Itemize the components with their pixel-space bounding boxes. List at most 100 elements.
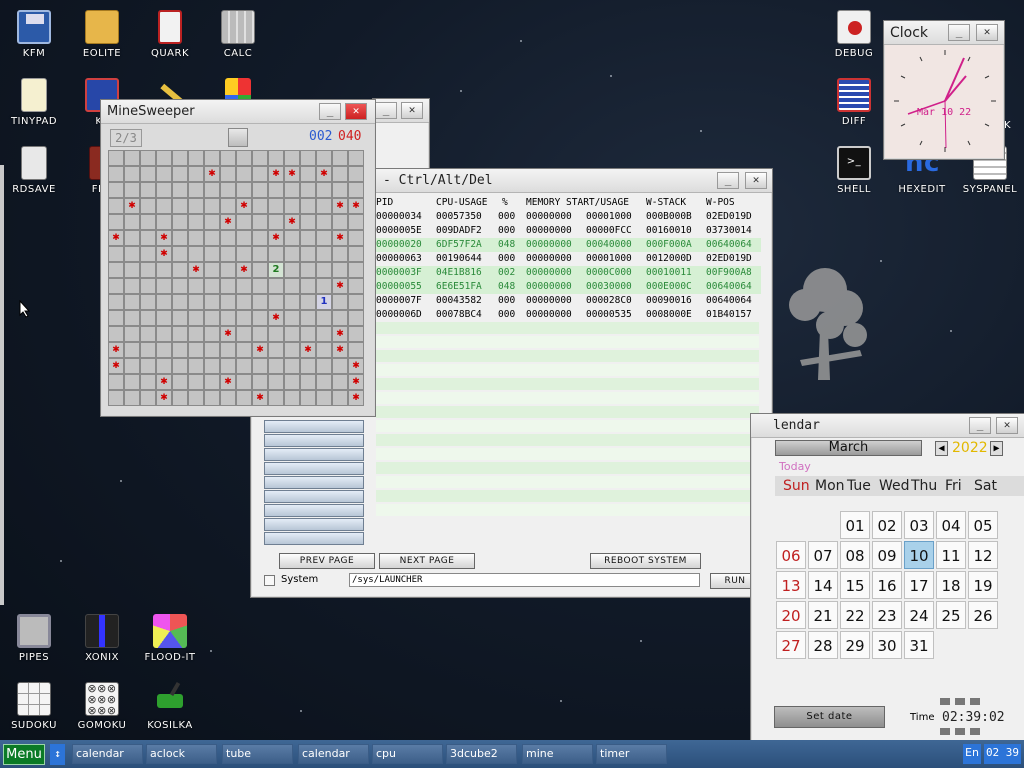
- mine-cell[interactable]: [252, 230, 268, 246]
- mine-cell[interactable]: [332, 358, 348, 374]
- calendar-day[interactable]: 21: [808, 601, 838, 629]
- mine-cell[interactable]: [268, 198, 284, 214]
- mine-cell[interactable]: [156, 342, 172, 358]
- mine-cell[interactable]: [284, 182, 300, 198]
- time-spinners-top[interactable]: [940, 698, 982, 705]
- mine-cell[interactable]: [220, 166, 236, 182]
- mine-cell[interactable]: [300, 390, 316, 406]
- mine-cell-mine[interactable]: ✱: [348, 390, 364, 406]
- mine-cell[interactable]: [300, 198, 316, 214]
- mine-cell[interactable]: [108, 278, 124, 294]
- mine-cell[interactable]: [284, 374, 300, 390]
- calendar-day[interactable]: 02: [872, 511, 902, 539]
- mine-cell-mine[interactable]: ✱: [220, 326, 236, 342]
- mine-cell[interactable]: [316, 262, 332, 278]
- mine-cell[interactable]: [108, 390, 124, 406]
- close-button[interactable]: ✕: [976, 24, 998, 41]
- mine-cell[interactable]: [316, 198, 332, 214]
- desktop-icon-eolite[interactable]: EOLITE: [68, 10, 136, 59]
- mine-cell-mine[interactable]: ✱: [156, 246, 172, 262]
- calendar-day[interactable]: 30: [872, 631, 902, 659]
- mine-cell[interactable]: [252, 262, 268, 278]
- mine-cell[interactable]: [140, 294, 156, 310]
- process-row[interactable]: 0000005E 009DADF2 000 00000000 00000FCC 00160…: [376, 224, 761, 238]
- mine-cell-mine[interactable]: ✱: [156, 390, 172, 406]
- mine-cell[interactable]: [316, 182, 332, 198]
- minesweeper-grid[interactable]: ✱ ✱ ✱ ✱ ✱ ✱ ✱ ✱ ✱ ✱ ✱ ✱ ✱ ✱ ✱ ✱ ✱ 2 ✱ 1 ✱ ✱ ✱ ✱ ✱ ✱ ✱ ✱ ✱ ✱ ✱ ✱ ✱ ✱ ✱: [108, 150, 364, 406]
- mine-cell[interactable]: [172, 150, 188, 166]
- prev-page-button[interactable]: PREV PAGE: [279, 553, 375, 569]
- taskbar-switch-icon[interactable]: ↕: [50, 744, 65, 765]
- mine-cell-mine[interactable]: ✱: [124, 198, 140, 214]
- mine-cell[interactable]: [204, 182, 220, 198]
- calendar-day-grid[interactable]: 01 02 03 04 05 06 07 08 09 10 11 12 13 14 15 16 17 18 19 20…: [775, 510, 999, 660]
- mine-cell[interactable]: [220, 390, 236, 406]
- calendar-day[interactable]: 24: [904, 601, 934, 629]
- calendar-day[interactable]: 04: [936, 511, 966, 539]
- menu-button[interactable]: Menu: [3, 744, 45, 765]
- mine-cell[interactable]: [140, 390, 156, 406]
- mine-cell[interactable]: [300, 358, 316, 374]
- mine-cell[interactable]: [172, 182, 188, 198]
- run-path-input[interactable]: /sys/LAUNCHER: [349, 573, 700, 587]
- mine-cell-number[interactable]: 2: [268, 262, 284, 278]
- mine-cell[interactable]: [172, 310, 188, 326]
- mine-cell[interactable]: [236, 326, 252, 342]
- mine-cell[interactable]: [108, 294, 124, 310]
- mine-cell[interactable]: [316, 214, 332, 230]
- mine-cell[interactable]: [284, 294, 300, 310]
- mine-cell[interactable]: [268, 374, 284, 390]
- mine-cell-mine[interactable]: ✱: [220, 374, 236, 390]
- mine-cell[interactable]: [332, 150, 348, 166]
- mine-cell[interactable]: [236, 310, 252, 326]
- mine-cell-mine[interactable]: ✱: [108, 358, 124, 374]
- mine-cell[interactable]: [348, 310, 364, 326]
- time-spinners-bottom[interactable]: [940, 728, 982, 735]
- close-button[interactable]: ✕: [401, 102, 423, 119]
- mine-cell[interactable]: [284, 150, 300, 166]
- mine-cell[interactable]: [156, 262, 172, 278]
- mine-cell[interactable]: [348, 230, 364, 246]
- calendar-day[interactable]: 11: [936, 541, 966, 569]
- desktop-icon-flood-it[interactable]: FLOOD-IT: [136, 614, 204, 663]
- mine-cell[interactable]: [172, 262, 188, 278]
- mine-cell[interactable]: [300, 262, 316, 278]
- mine-cell[interactable]: [108, 326, 124, 342]
- calendar-day[interactable]: 26: [968, 601, 998, 629]
- process-list-slot[interactable]: [264, 490, 364, 503]
- mine-cell[interactable]: [284, 390, 300, 406]
- mine-cell[interactable]: [140, 358, 156, 374]
- mine-cell[interactable]: [284, 326, 300, 342]
- process-list-slot[interactable]: [264, 420, 364, 433]
- mine-cell-mine[interactable]: ✱: [268, 166, 284, 182]
- mine-cell[interactable]: [332, 182, 348, 198]
- mine-cell[interactable]: [332, 390, 348, 406]
- minimize-button[interactable]: _: [319, 103, 341, 120]
- process-list-slot[interactable]: [264, 518, 364, 531]
- mine-cell[interactable]: [124, 374, 140, 390]
- process-row[interactable]: 0000007F 00043582 000 00000000 000028C0 00090…: [376, 294, 761, 308]
- mine-cell[interactable]: [172, 342, 188, 358]
- mine-cell[interactable]: [124, 390, 140, 406]
- mine-cell[interactable]: [236, 182, 252, 198]
- mine-cell[interactable]: [220, 310, 236, 326]
- mine-cell[interactable]: [172, 326, 188, 342]
- mine-cell[interactable]: [348, 166, 364, 182]
- mine-cell[interactable]: [236, 278, 252, 294]
- mine-cell[interactable]: [284, 198, 300, 214]
- taskbar-item-3dcube2[interactable]: 3dcube2: [446, 744, 517, 764]
- mine-cell[interactable]: [268, 358, 284, 374]
- mine-cell[interactable]: [220, 246, 236, 262]
- close-button[interactable]: ✕: [745, 172, 767, 189]
- process-row[interactable]: 0000003F 04E1B816 002 00000000 0000C000 00010…: [376, 266, 761, 280]
- mine-cell[interactable]: [140, 230, 156, 246]
- mine-cell[interactable]: [284, 278, 300, 294]
- mine-cell[interactable]: [188, 182, 204, 198]
- mine-cell[interactable]: [300, 278, 316, 294]
- mine-cell[interactable]: [204, 294, 220, 310]
- mine-cell-mine[interactable]: ✱: [284, 214, 300, 230]
- minesweeper-new-game-button[interactable]: [228, 128, 248, 147]
- next-page-button[interactable]: NEXT PAGE: [379, 553, 475, 569]
- desktop-icon-xonix[interactable]: XONIX: [68, 614, 136, 663]
- mine-cell[interactable]: [252, 198, 268, 214]
